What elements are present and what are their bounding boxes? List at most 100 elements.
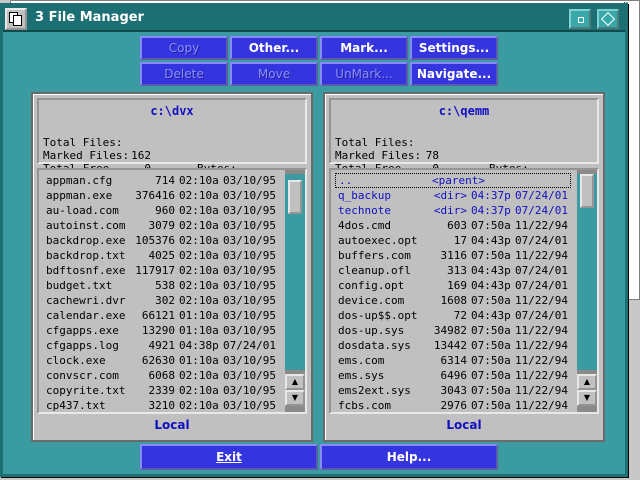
file-date: 03/10/95: [223, 309, 276, 322]
file-manager-window: 3 File Manager Copy Other... Mark... Set…: [0, 3, 628, 477]
file-date: 11/22/94: [515, 294, 568, 307]
file-size: 302: [155, 294, 175, 307]
scroll-up-icon[interactable]: ▲: [577, 374, 597, 390]
file-size: 3116: [440, 249, 468, 262]
left-location: Local: [154, 418, 190, 432]
right-panel: c:\qemm Total Files: 78 Bytes: 3196171 M…: [323, 92, 605, 442]
file-size: 62630: [141, 354, 175, 367]
right-scrollbar[interactable]: ▲ ▼: [577, 170, 597, 412]
file-name: bdftosnf.exe: [46, 264, 126, 277]
maximize-button[interactable]: [597, 9, 619, 29]
file-date: 11/22/94: [515, 249, 568, 262]
file-date: 03/10/95: [223, 384, 276, 397]
file-time: 01:10a: [179, 324, 219, 337]
delete-button[interactable]: Delete: [140, 62, 228, 86]
file-size: 960: [155, 204, 175, 217]
file-date: 11/22/94: [515, 369, 568, 382]
unmark-button[interactable]: UnMark...: [320, 62, 408, 86]
file-name: cp437.txt: [46, 399, 106, 412]
file-time: 01:10a: [179, 309, 219, 322]
file-name: dos-up$$.opt: [338, 309, 418, 322]
settings-button[interactable]: Settings...: [410, 36, 498, 60]
file-name: buffers.com: [338, 249, 411, 262]
file-name: q_backup: [338, 189, 391, 202]
file-time: 07:50a: [471, 369, 511, 382]
right-scroll-thumb[interactable]: [580, 174, 594, 208]
file-date: 03/10/95: [223, 354, 276, 367]
file-name: appman.exe: [46, 189, 113, 202]
file-time: 07:50a: [471, 324, 511, 337]
file-name: fcbs.com: [338, 399, 391, 412]
file-time: 04:43p: [471, 264, 511, 277]
file-date: 03/10/95: [223, 219, 276, 232]
exit-button[interactable]: Exit: [140, 444, 318, 470]
file-name: calendar.exe: [46, 309, 126, 322]
parent-dir-row[interactable]: .. <parent>: [335, 173, 571, 188]
file-time: 04:38p: [179, 339, 219, 352]
left-summary: c:\dvx Total Files: 162 Bytes: 5520802 M…: [37, 98, 307, 201]
file-date: 11/22/94: [515, 339, 568, 352]
file-size: 3079: [148, 219, 176, 232]
file-size: 105376: [135, 234, 175, 247]
minimize-button[interactable]: [569, 9, 591, 29]
file-date: 03/10/95: [223, 189, 276, 202]
file-date: 03/10/95: [223, 369, 276, 382]
file-name: config.opt: [338, 279, 405, 292]
file-name: dos-up.sys: [338, 324, 405, 337]
file-size: 2976: [440, 399, 468, 412]
file-name: 4dos.cmd: [338, 219, 391, 232]
file-size: 714: [155, 174, 175, 187]
file-size: 6068: [148, 369, 176, 382]
file-time: 07:50a: [471, 354, 511, 367]
file-size: 603: [447, 219, 467, 232]
left-scroll-thumb[interactable]: [288, 180, 302, 214]
copy-button[interactable]: Copy: [140, 36, 228, 60]
file-name: autoexec.opt: [338, 234, 418, 247]
window-title: 3 File Manager: [35, 10, 144, 25]
scroll-up-icon[interactable]: ▲: [285, 374, 305, 390]
file-time: 07:50a: [471, 384, 511, 397]
exit-label: Exit: [216, 450, 242, 464]
system-menu-icon[interactable]: [5, 8, 27, 30]
left-scrollbar[interactable]: ▲ ▼: [285, 170, 305, 412]
mark-button[interactable]: Mark...: [320, 36, 408, 60]
scroll-down-icon[interactable]: ▼: [577, 390, 597, 406]
file-name: ems2ext.sys: [338, 384, 411, 397]
file-size: 6314: [440, 354, 468, 367]
file-name: convscr.com: [46, 369, 119, 382]
file-date: 03/10/95: [223, 279, 276, 292]
file-size: 4921: [148, 339, 176, 352]
navigate-button[interactable]: Navigate...: [410, 62, 498, 86]
file-time: 02:10a: [179, 279, 219, 292]
scroll-down-icon[interactable]: ▼: [285, 390, 305, 406]
file-date: 11/22/94: [515, 219, 568, 232]
file-name: autoinst.com: [46, 219, 126, 232]
left-file-list[interactable]: ▲ ▼ appman.cfg 714 02:10a 03/10/95 appman.ex…: [37, 168, 307, 414]
file-name: technote: [338, 204, 391, 217]
file-date: 11/22/94: [515, 324, 568, 337]
file-date: 07/24/01: [515, 189, 568, 202]
file-date: 03/10/95: [223, 174, 276, 187]
file-name: clock.exe: [46, 354, 106, 367]
file-time: 07:50a: [471, 399, 511, 412]
file-size: 4025: [148, 249, 176, 262]
title-bar[interactable]: 3 File Manager: [3, 6, 625, 32]
file-date: 03/10/95: [223, 264, 276, 277]
file-size: 313: [447, 264, 467, 277]
move-button[interactable]: Move: [230, 62, 318, 86]
right-drive-path: c:\qemm: [438, 104, 490, 118]
file-name: ems.sys: [338, 369, 385, 382]
left-drive-path: c:\dvx: [150, 104, 194, 118]
left-panel: c:\dvx Total Files: 162 Bytes: 5520802 M…: [31, 92, 313, 442]
other-button[interactable]: Other...: [230, 36, 318, 60]
file-name: cfgapps.log: [46, 339, 119, 352]
right-file-list[interactable]: .. <parent> ▲ ▼ q_backup <dir> 04:37p 07/24…: [329, 168, 599, 414]
file-name: budget.txt: [46, 279, 113, 292]
file-size: 3043: [440, 384, 468, 397]
file-date: 07/24/01: [515, 309, 568, 322]
file-size: <dir>: [433, 189, 467, 202]
file-time: 02:10a: [179, 384, 219, 397]
file-date: 03/10/95: [223, 249, 276, 262]
file-time: 02:10a: [179, 174, 219, 187]
help-button[interactable]: Help...: [320, 444, 498, 470]
